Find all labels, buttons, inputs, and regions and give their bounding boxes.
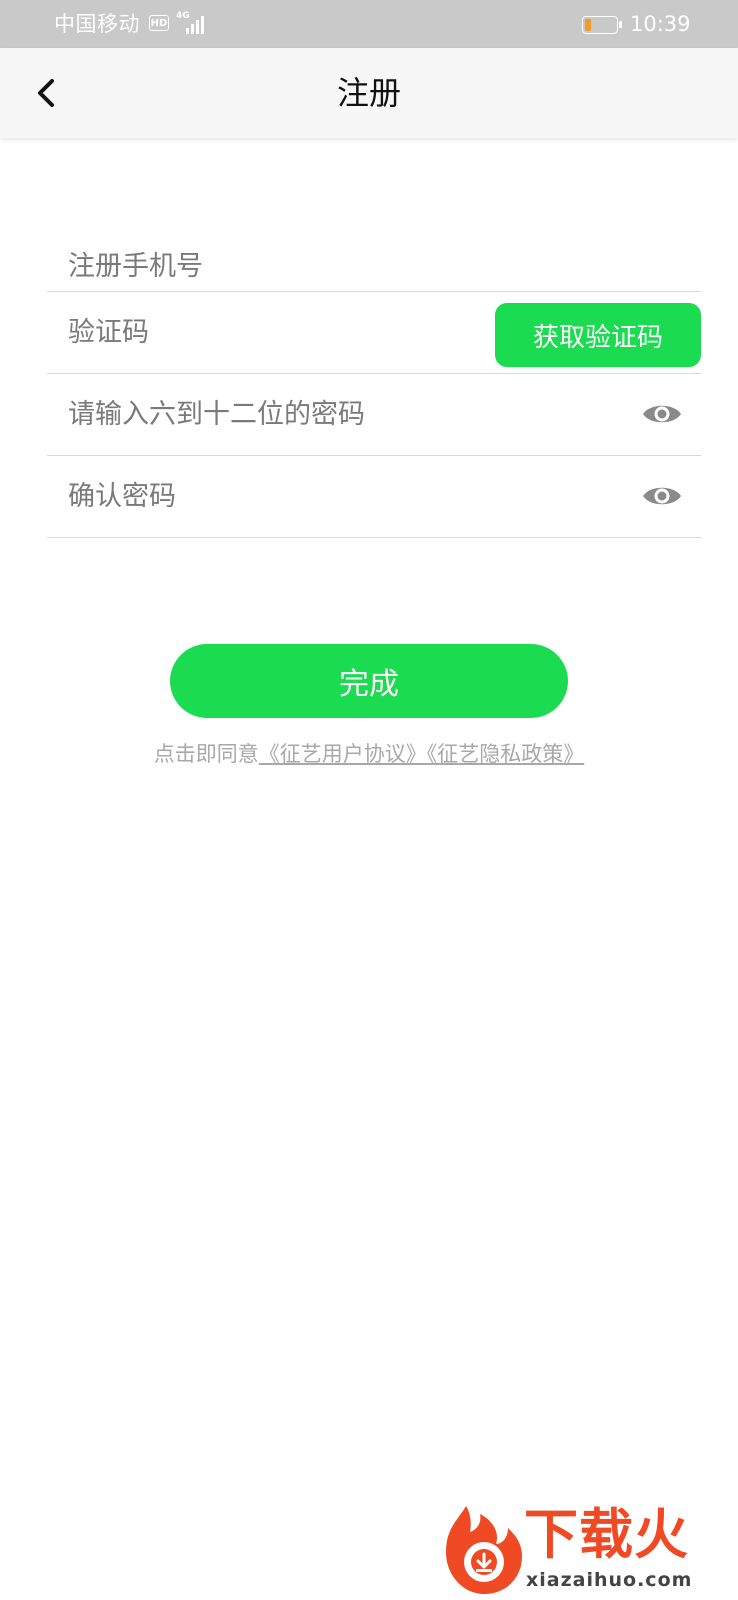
page-title: 注册	[336, 74, 401, 112]
eye-icon[interactable]	[641, 400, 683, 428]
status-time: 10:39	[630, 12, 691, 36]
password-row	[47, 374, 701, 456]
confirm-password-input[interactable]	[47, 456, 701, 536]
eye-icon[interactable]	[641, 482, 683, 510]
battery-icon	[582, 16, 622, 34]
confirm-password-row	[47, 456, 701, 538]
watermark-title: 下载火	[524, 1503, 689, 1566]
user-agreement-link[interactable]: 《征艺用户协议》	[259, 742, 427, 766]
status-bar: 中国移动 HD 4G 10:39	[0, 0, 738, 48]
privacy-policy-link[interactable]: 《征艺隐私政策》	[427, 742, 585, 766]
code-row: 获取验证码	[47, 292, 701, 374]
phone-input[interactable]	[47, 210, 701, 290]
submit-button[interactable]: 完成	[170, 644, 568, 718]
signal-strength-icon	[186, 16, 204, 34]
flame-logo-icon	[446, 1506, 522, 1594]
battery-level-fill	[585, 19, 591, 31]
watermark: 下载火 xiazaihuo.com	[436, 1502, 736, 1598]
carrier-name: 中国移动	[54, 12, 140, 36]
nav-bar: 注册	[0, 48, 738, 138]
get-code-button[interactable]: 获取验证码	[495, 303, 701, 367]
phone-row	[47, 210, 701, 292]
agreement-prefix: 点击即同意	[153, 742, 259, 766]
register-form: 获取验证码	[47, 210, 701, 538]
password-input[interactable]	[47, 374, 701, 454]
agreement-text: 点击即同意《征艺用户协议》《征艺隐私政策》	[0, 738, 738, 770]
hd-badge: HD	[149, 15, 169, 31]
watermark-url: xiazaihuo.com	[526, 1569, 693, 1591]
